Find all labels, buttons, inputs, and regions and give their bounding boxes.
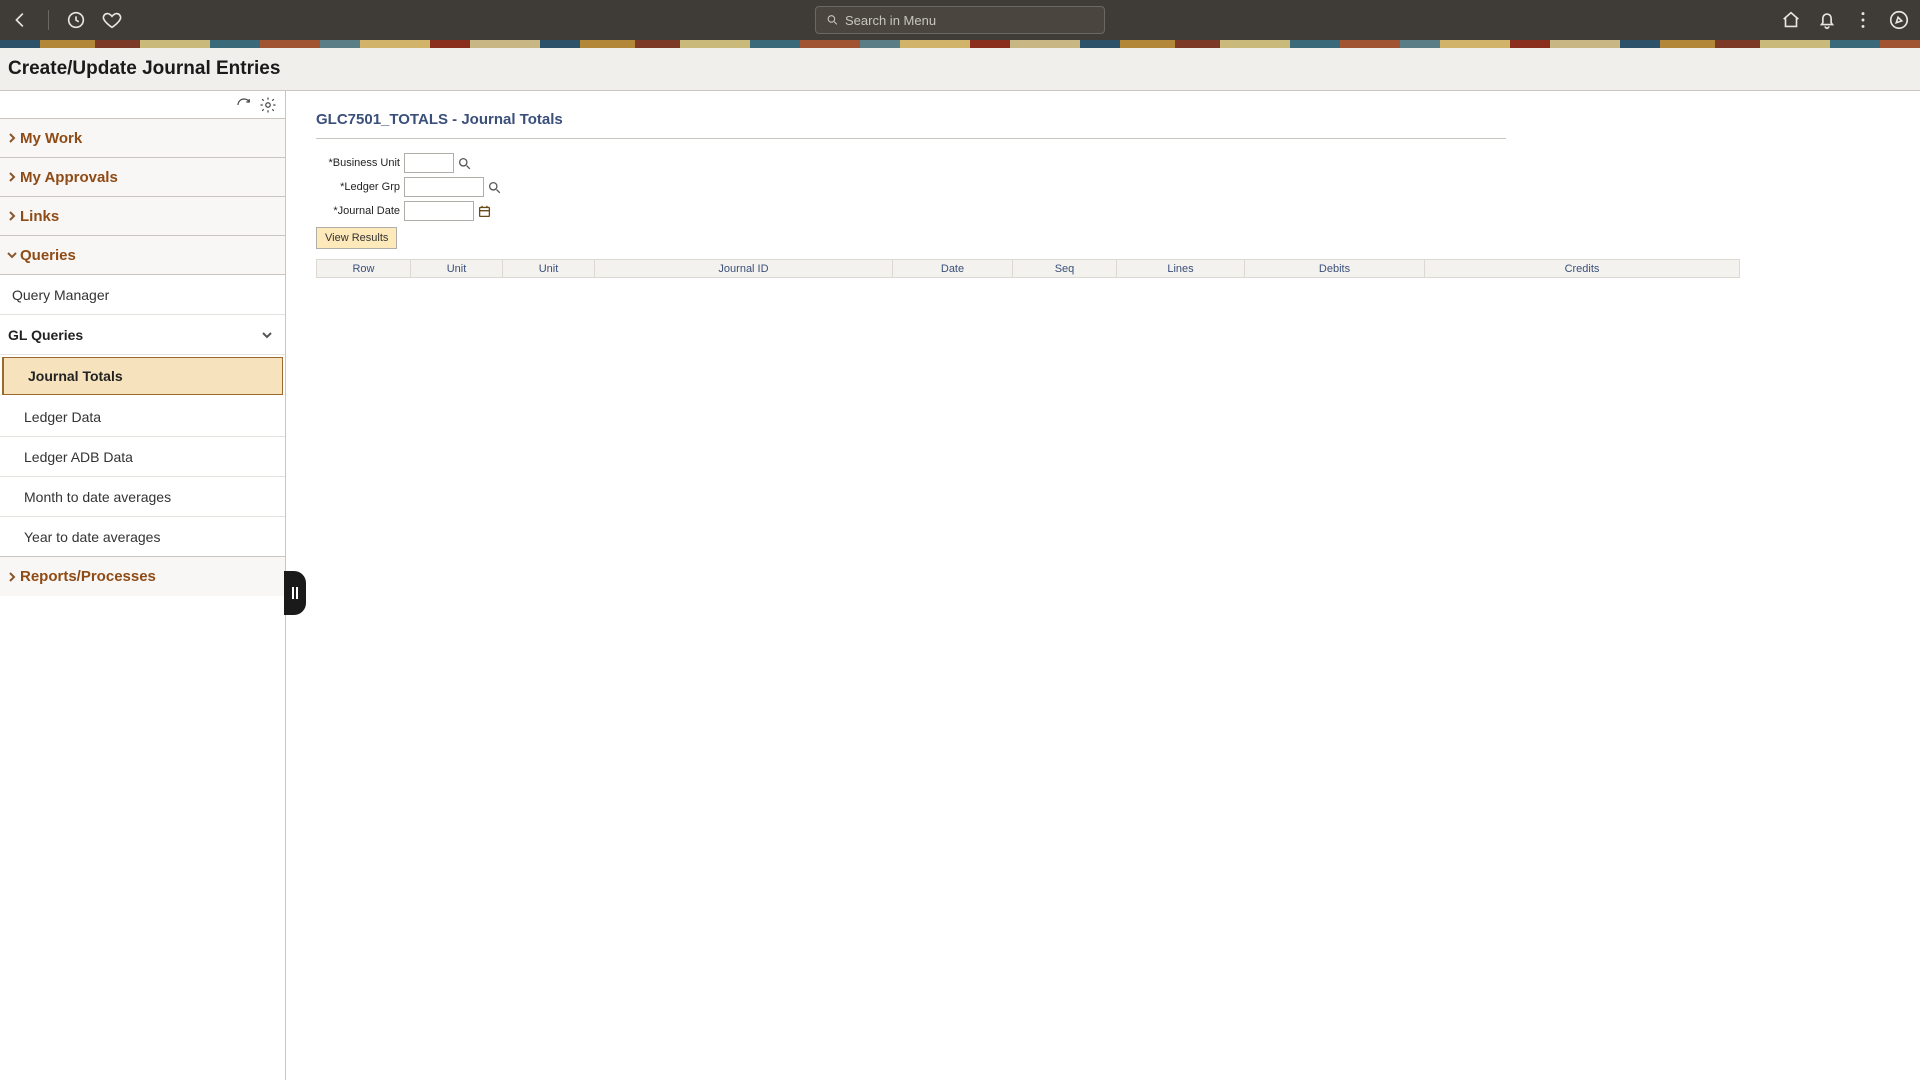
sidebar-item-journal-totals[interactable]: Journal Totals: [2, 357, 283, 395]
navbar-compass-icon[interactable]: [1888, 9, 1910, 31]
col-date[interactable]: Date: [893, 260, 1013, 278]
page-title-bar: Create/Update Journal Entries: [0, 48, 1920, 91]
chevron-right-icon: [6, 172, 18, 182]
main-layout: My Work My Approvals Links Queries Query…: [0, 91, 1920, 1080]
col-unit-1[interactable]: Unit: [411, 260, 503, 278]
col-unit-2[interactable]: Unit: [503, 260, 595, 278]
menu-search-input[interactable]: [845, 13, 1094, 28]
section-label: Links: [20, 208, 59, 225]
col-debits[interactable]: Debits: [1245, 260, 1425, 278]
query-title: GLC7501_TOTALS - Journal Totals: [316, 111, 1506, 139]
item-label: Ledger ADB Data: [24, 449, 133, 465]
col-lines[interactable]: Lines: [1117, 260, 1245, 278]
sidebar-item-month-to-date-averages[interactable]: Month to date averages: [0, 477, 285, 517]
query-params: *Business Unit *Ledger Grp *Journal Date: [316, 151, 1890, 249]
business-unit-input[interactable]: [404, 153, 454, 173]
sidebar-item-gl-queries[interactable]: GL Queries: [0, 315, 285, 355]
ledger-grp-input[interactable]: [404, 177, 484, 197]
view-results-button[interactable]: View Results: [316, 227, 397, 249]
sidebar-item-ledger-adb-data[interactable]: Ledger ADB Data: [0, 437, 285, 477]
sidebar-section-my-approvals[interactable]: My Approvals: [0, 157, 285, 197]
section-label: My Approvals: [20, 169, 118, 186]
actions-menu-icon[interactable]: [1852, 9, 1874, 31]
page-title: Create/Update Journal Entries: [8, 58, 280, 80]
back-icon[interactable]: [10, 9, 32, 31]
col-seq[interactable]: Seq: [1013, 260, 1117, 278]
sidebar-section-links[interactable]: Links: [0, 196, 285, 236]
recent-icon[interactable]: [65, 9, 87, 31]
refresh-icon[interactable]: [235, 96, 253, 114]
lookup-icon[interactable]: [456, 155, 472, 171]
sidebar-tools: [0, 91, 285, 119]
col-journal-id[interactable]: Journal ID: [595, 260, 893, 278]
chevron-right-icon: [6, 211, 18, 221]
chevron-right-icon: [6, 572, 18, 582]
favorite-icon[interactable]: [101, 9, 123, 31]
menu-search[interactable]: [815, 6, 1105, 34]
item-label: Ledger Data: [24, 409, 101, 425]
journal-date-input[interactable]: [404, 201, 474, 221]
sidebar-collapse-handle[interactable]: [284, 571, 306, 615]
param-label: *Business Unit: [316, 157, 400, 169]
item-label: GL Queries: [8, 327, 83, 343]
sidebar-section-my-work[interactable]: My Work: [0, 118, 285, 158]
sidebar-item-query-manager[interactable]: Query Manager: [0, 275, 285, 315]
sidebar: My Work My Approvals Links Queries Query…: [0, 91, 286, 1080]
col-credits[interactable]: Credits: [1425, 260, 1740, 278]
home-icon[interactable]: [1780, 9, 1802, 31]
param-ledger-grp: *Ledger Grp: [316, 175, 1890, 199]
gear-icon[interactable]: [259, 96, 277, 114]
item-label: Journal Totals: [28, 368, 123, 384]
param-journal-date: *Journal Date: [316, 199, 1890, 223]
item-label: Month to date averages: [24, 489, 171, 505]
sidebar-section-reports-processes[interactable]: Reports/Processes: [0, 556, 285, 596]
header-right: [1780, 9, 1910, 31]
chevron-down-icon: [6, 250, 18, 260]
global-header: [0, 0, 1920, 40]
section-label: Reports/Processes: [20, 568, 156, 585]
results-header-row: Row Unit Unit Journal ID Date Seq Lines …: [317, 260, 1740, 278]
header-left: [10, 9, 123, 31]
results-table: Row Unit Unit Journal ID Date Seq Lines …: [316, 259, 1740, 278]
lookup-icon[interactable]: [486, 179, 502, 195]
sidebar-item-year-to-date-averages[interactable]: Year to date averages: [0, 517, 285, 557]
param-label: *Ledger Grp: [316, 181, 400, 193]
calendar-icon[interactable]: [476, 203, 492, 219]
item-label: Year to date averages: [24, 529, 160, 545]
chevron-down-icon: [261, 329, 273, 341]
separator: [48, 10, 49, 30]
chevron-right-icon: [6, 133, 18, 143]
section-label: My Work: [20, 130, 82, 147]
sidebar-item-ledger-data[interactable]: Ledger Data: [0, 397, 285, 437]
param-label: *Journal Date: [316, 205, 400, 217]
decorative-strip: [0, 40, 1920, 48]
content-area: GLC7501_TOTALS - Journal Totals *Busines…: [286, 91, 1920, 1080]
queries-subnav: Query Manager GL Queries Journal Totals …: [0, 275, 285, 557]
header-center: [815, 6, 1105, 34]
col-row[interactable]: Row: [317, 260, 411, 278]
sidebar-section-queries[interactable]: Queries: [0, 235, 285, 275]
notifications-icon[interactable]: [1816, 9, 1838, 31]
param-business-unit: *Business Unit: [316, 151, 1890, 175]
section-label: Queries: [20, 247, 76, 264]
item-label: Query Manager: [12, 287, 109, 303]
